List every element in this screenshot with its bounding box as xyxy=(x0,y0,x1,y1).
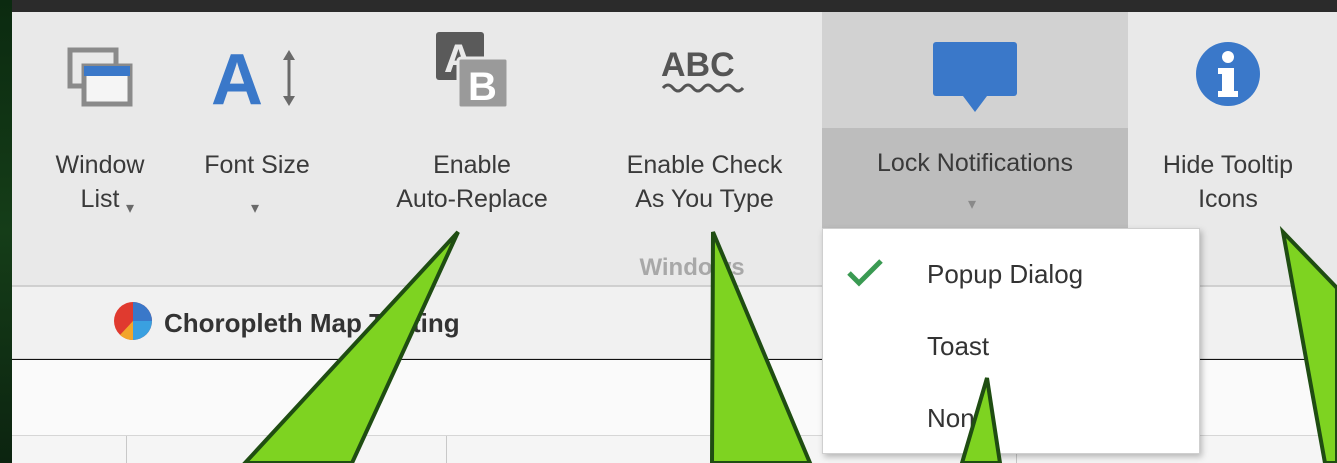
callout-arrow-auto-replace xyxy=(242,230,460,463)
callout-arrow-hide-tooltip xyxy=(1279,225,1337,463)
callout-overlay xyxy=(242,225,1337,463)
callout-arrow-toast xyxy=(959,377,1003,463)
callout-arrow-check-as-you-type xyxy=(709,231,813,463)
